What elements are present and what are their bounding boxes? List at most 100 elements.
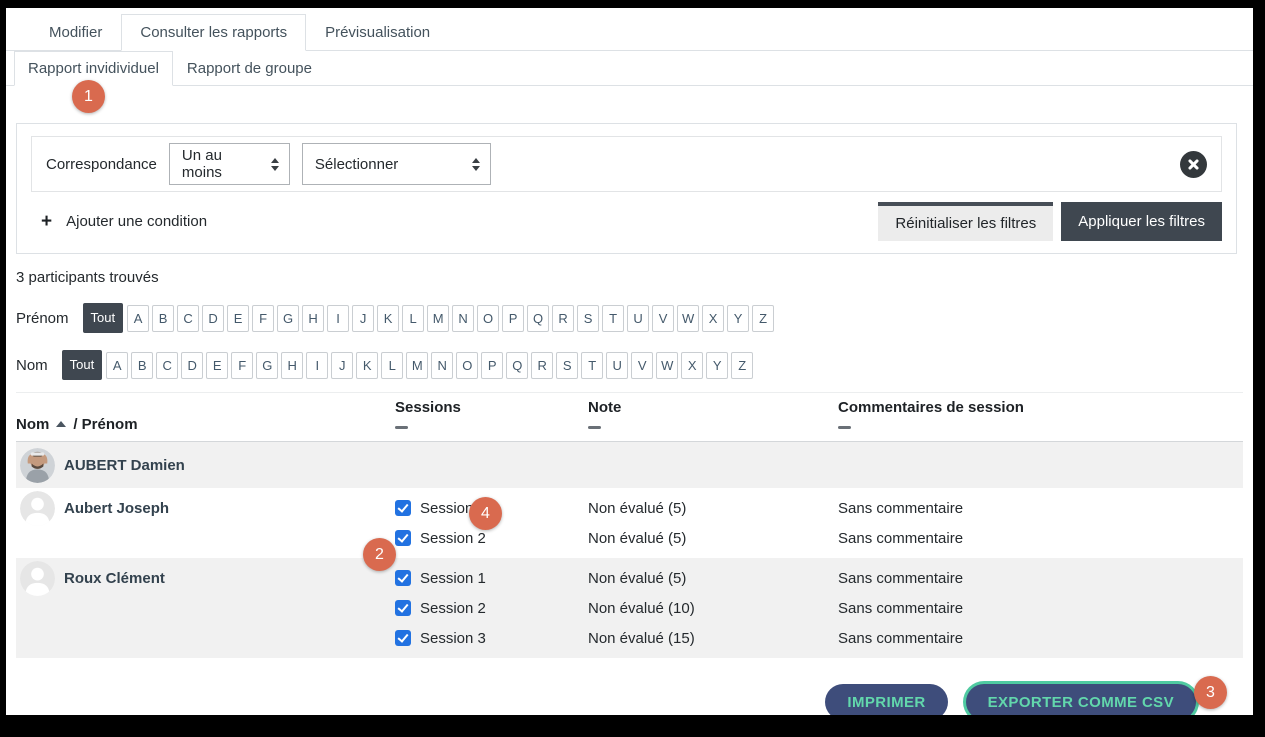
letter-button[interactable]: A — [127, 305, 149, 332]
grade-value: Non évalué (5) — [588, 500, 838, 517]
letter-button[interactable]: Y — [706, 352, 728, 379]
session-checkbox[interactable] — [395, 600, 411, 616]
comment-value: Sans commentaire — [838, 570, 1243, 587]
print-button[interactable]: IMPRIMER — [825, 684, 947, 715]
collapse-column-icon[interactable] — [838, 426, 851, 429]
letter-button[interactable]: L — [402, 305, 424, 332]
letter-button[interactable]: Y — [727, 305, 749, 332]
letter-button[interactable]: V — [652, 305, 674, 332]
letter-button[interactable]: H — [281, 352, 303, 379]
letter-button[interactable]: E — [206, 352, 228, 379]
export-csv-button[interactable]: EXPORTER COMME CSV — [966, 684, 1196, 715]
sort-by-lastname[interactable]: Nom — [16, 416, 49, 433]
session-checkbox[interactable] — [395, 570, 411, 586]
letter-button[interactable]: T — [581, 352, 603, 379]
letter-button[interactable]: G — [277, 305, 299, 332]
collapse-column-icon[interactable] — [588, 426, 601, 429]
letter-button[interactable]: P — [502, 305, 524, 332]
collapse-column-icon[interactable] — [395, 426, 408, 429]
match-type-select[interactable]: Un au moins — [169, 143, 290, 185]
apply-filters-button[interactable]: Appliquer les filtres — [1061, 202, 1222, 241]
letter-button[interactable]: B — [152, 305, 174, 332]
note-column-header: Note — [588, 399, 838, 441]
letter-button[interactable]: E — [227, 305, 249, 332]
letter-button[interactable]: T — [602, 305, 624, 332]
lastname-filter-row: Nom Tout ABCDEFGHIJKLMNOPQRSTUVWXYZ — [16, 350, 1253, 380]
comment-value: Sans commentaire — [838, 530, 1243, 547]
letter-button[interactable]: O — [456, 352, 478, 379]
letter-button[interactable]: N — [452, 305, 474, 332]
letter-button[interactable]: U — [606, 352, 628, 379]
letter-button[interactable]: Z — [752, 305, 774, 332]
primary-tabs: Modifier Consulter les rapports Prévisua… — [6, 8, 1253, 51]
letter-button[interactable]: V — [631, 352, 653, 379]
table-row: Roux Clément Session 1 Non évalué (5) Sa… — [16, 558, 1243, 658]
letter-button[interactable]: D — [181, 352, 203, 379]
footer-actions: IMPRIMER EXPORTER COMME CSV — [6, 684, 1196, 715]
letter-button[interactable]: Q — [527, 305, 549, 332]
firstname-filter-label: Prénom — [16, 310, 69, 327]
letter-button[interactable]: O — [477, 305, 499, 332]
lastname-filter-label: Nom — [16, 357, 48, 374]
letter-button[interactable]: B — [131, 352, 153, 379]
avatar — [20, 448, 55, 483]
letter-button[interactable]: M — [406, 352, 428, 379]
name-column-header: Nom / Prénom — [16, 416, 395, 441]
letter-button[interactable]: M — [427, 305, 449, 332]
annotation-step-3: 3 — [1194, 676, 1227, 709]
letter-button[interactable]: R — [531, 352, 553, 379]
letter-button[interactable]: R — [552, 305, 574, 332]
remove-condition-icon[interactable] — [1180, 151, 1207, 178]
letter-button[interactable]: J — [331, 352, 353, 379]
lastname-all-button[interactable]: Tout — [62, 350, 103, 380]
letter-button[interactable]: Q — [506, 352, 528, 379]
session-label: Session 3 — [420, 630, 486, 647]
letter-button[interactable]: H — [302, 305, 324, 332]
session-checkbox[interactable] — [395, 630, 411, 646]
letter-button[interactable]: S — [556, 352, 578, 379]
letter-button[interactable]: I — [327, 305, 349, 332]
letter-button[interactable]: F — [231, 352, 253, 379]
letter-button[interactable]: K — [377, 305, 399, 332]
session-checkbox[interactable] — [395, 530, 411, 546]
table-row: Aubert Joseph Session 1 Non évalué (5) S… — [16, 488, 1243, 558]
letter-button[interactable]: S — [577, 305, 599, 332]
letter-button[interactable]: W — [677, 305, 699, 332]
letter-button[interactable]: C — [177, 305, 199, 332]
reset-filters-button[interactable]: Réinitialiser les filtres — [878, 202, 1053, 241]
letter-button[interactable]: D — [202, 305, 224, 332]
select-arrows-icon — [271, 158, 279, 171]
add-condition-label: Ajouter une condition — [66, 213, 207, 230]
letter-button[interactable]: I — [306, 352, 328, 379]
letter-button[interactable]: L — [381, 352, 403, 379]
letter-button[interactable]: Z — [731, 352, 753, 379]
letter-button[interactable]: W — [656, 352, 678, 379]
letter-button[interactable]: G — [256, 352, 278, 379]
letter-button[interactable]: A — [106, 352, 128, 379]
tab-rapport-de-groupe[interactable]: Rapport de groupe — [173, 51, 326, 86]
tab-modifier[interactable]: Modifier — [30, 14, 121, 51]
add-condition-link[interactable]: + Ajouter une condition — [31, 202, 215, 231]
annotation-step-2: 2 — [363, 538, 396, 571]
participants-table: Nom / Prénom Sessions Note Commentaires … — [6, 392, 1253, 658]
letter-button[interactable]: F — [252, 305, 274, 332]
filter-panel: Correspondance Un au moins Sélectionner … — [16, 123, 1237, 254]
firstname-all-button[interactable]: Tout — [83, 303, 124, 333]
letter-button[interactable]: U — [627, 305, 649, 332]
letter-button[interactable]: P — [481, 352, 503, 379]
letter-button[interactable]: C — [156, 352, 178, 379]
sessions-column-header: Sessions — [395, 399, 588, 441]
letter-button[interactable]: K — [356, 352, 378, 379]
letter-button[interactable]: N — [431, 352, 453, 379]
sort-by-firstname[interactable]: / Prénom — [73, 416, 137, 433]
condition-value-select[interactable]: Sélectionner — [302, 143, 491, 185]
tab-previsualisation[interactable]: Prévisualisation — [306, 14, 449, 51]
grade-value: Non évalué (5) — [588, 570, 838, 587]
filter-condition-row: Correspondance Un au moins Sélectionner — [31, 136, 1222, 192]
letter-button[interactable]: J — [352, 305, 374, 332]
letter-button[interactable]: X — [681, 352, 703, 379]
tab-consulter-les-rapports[interactable]: Consulter les rapports — [121, 14, 306, 51]
session-checkbox[interactable] — [395, 500, 411, 516]
session-line: Session 2 Non évalué (5) Sans commentair… — [395, 523, 1243, 553]
letter-button[interactable]: X — [702, 305, 724, 332]
